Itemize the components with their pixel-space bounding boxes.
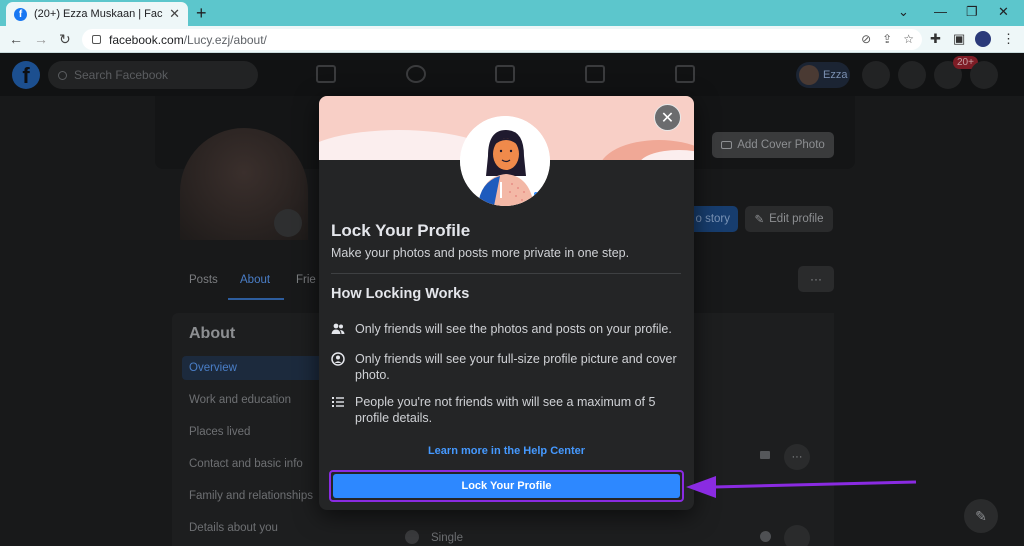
close-icon: ✕: [660, 109, 675, 127]
more-options-button[interactable]: ···: [798, 266, 834, 292]
edit-profile-button[interactable]: ✎ Edit profile: [745, 206, 833, 232]
edit-relationship-button[interactable]: [784, 525, 810, 546]
tab-posts[interactable]: Posts: [189, 274, 218, 286]
profile-circle-icon: [331, 352, 345, 366]
reload-icon[interactable]: ↻: [59, 31, 71, 47]
browser-menu-icon[interactable]: ⋮: [1002, 31, 1015, 47]
browser-tabstrip: f (20+) Ezza Muskaan | Facebook ✕ + ⌄ — …: [0, 0, 1024, 26]
side-panel-icon[interactable]: ▣: [953, 31, 965, 47]
about-item-family[interactable]: Family and relationships: [189, 490, 313, 502]
lock-point-photos: Only friends will see the photos and pos…: [331, 321, 686, 337]
browser-toolbar: ← → ↻ facebook.com/Lucy.ezj/about/ ⊘ ⇪ ☆…: [0, 26, 1024, 53]
add-cover-photo-button[interactable]: Add Cover Photo: [712, 132, 834, 158]
facebook-top-bar: f Search Facebook Ezza 20+: [0, 53, 1024, 96]
item-more-button[interactable]: ···: [784, 444, 810, 470]
lock-profile-dialog: ✕ Lock Your Profile Make your photos and…: [319, 96, 694, 510]
lock-point-profile-picture: Only friends will see your full-size pro…: [331, 351, 686, 383]
tab-friends[interactable]: Frie: [296, 274, 316, 286]
new-message-button[interactable]: ✎: [964, 499, 998, 533]
facebook-search-input[interactable]: Search Facebook: [48, 61, 258, 89]
dialog-title: Lock Your Profile: [331, 221, 471, 240]
about-item-places[interactable]: Places lived: [189, 426, 250, 438]
tab-search-icon[interactable]: ⌄: [898, 2, 909, 22]
tab-close-icon[interactable]: ✕: [169, 6, 180, 22]
section-heading: How Locking Works: [331, 286, 470, 302]
account-chevron-icon[interactable]: [970, 61, 998, 89]
lock-icon: [92, 35, 101, 44]
pencil-icon: ✎: [754, 214, 765, 226]
groups-icon[interactable]: [675, 65, 695, 83]
camera-icon[interactable]: [274, 209, 302, 237]
privacy-globe-icon: [760, 531, 771, 542]
close-window-button[interactable]: ✕: [998, 2, 1009, 22]
about-item-contact[interactable]: Contact and basic info: [189, 458, 303, 470]
home-icon[interactable]: [316, 65, 336, 83]
new-tab-button[interactable]: +: [196, 3, 207, 23]
messenger-icon[interactable]: [898, 61, 926, 89]
camera-icon: [721, 141, 733, 149]
browser-tab[interactable]: f (20+) Ezza Muskaan | Facebook ✕: [6, 2, 188, 26]
close-dialog-button[interactable]: ✕: [654, 104, 681, 131]
user-profile-chip[interactable]: Ezza: [796, 62, 850, 88]
browser-profile-avatar[interactable]: [975, 31, 991, 47]
help-center-link[interactable]: Learn more in the Help Center: [319, 445, 694, 457]
tab-title: (20+) Ezza Muskaan | Facebook: [34, 8, 163, 20]
minimize-button[interactable]: —: [934, 2, 947, 22]
extensions-puzzle-icon[interactable]: ✚: [930, 31, 941, 47]
share-icon[interactable]: ⇪: [882, 32, 892, 46]
marketplace-icon[interactable]: [585, 65, 605, 83]
annotation-arrow-icon: [686, 476, 917, 498]
eye-off-icon[interactable]: ⊘: [861, 32, 871, 46]
about-item-details[interactable]: Details about you: [189, 522, 278, 534]
divider: [331, 273, 681, 274]
lock-your-profile-button[interactable]: Lock Your Profile: [333, 474, 680, 498]
forward-arrow-icon[interactable]: →: [34, 31, 48, 47]
restore-button[interactable]: ❐: [966, 2, 978, 22]
lock-profile-illustration: [460, 116, 550, 206]
about-item-work[interactable]: Work and education: [189, 394, 291, 406]
tab-about[interactable]: About: [240, 274, 270, 286]
dialog-subtitle: Make your photos and posts more private …: [331, 246, 630, 260]
about-heading: About: [189, 325, 236, 342]
menu-grid-icon[interactable]: [862, 61, 890, 89]
facebook-logo-icon[interactable]: f: [12, 61, 40, 89]
watch-icon[interactable]: [495, 65, 515, 83]
friends-icon: [331, 323, 345, 334]
privacy-lock-icon: [760, 451, 770, 459]
url-text: facebook.com/Lucy.ezj/about/: [109, 32, 267, 47]
address-bar[interactable]: facebook.com/Lucy.ezj/about/ ⊘ ⇪ ☆: [82, 29, 922, 50]
facebook-favicon-icon: f: [14, 7, 27, 21]
list-icon: [332, 397, 344, 407]
active-tab-indicator: [228, 298, 284, 300]
relationship-status: Single: [431, 532, 463, 544]
lock-point-details: People you're not friends with will see …: [331, 394, 686, 426]
search-icon: [58, 70, 67, 80]
back-arrow-icon[interactable]: ←: [9, 31, 23, 47]
friends-nav-icon[interactable]: [406, 65, 426, 83]
relationship-heart-icon: [405, 530, 419, 544]
avatar: [799, 65, 819, 85]
bookmark-star-icon[interactable]: ☆: [903, 32, 914, 46]
